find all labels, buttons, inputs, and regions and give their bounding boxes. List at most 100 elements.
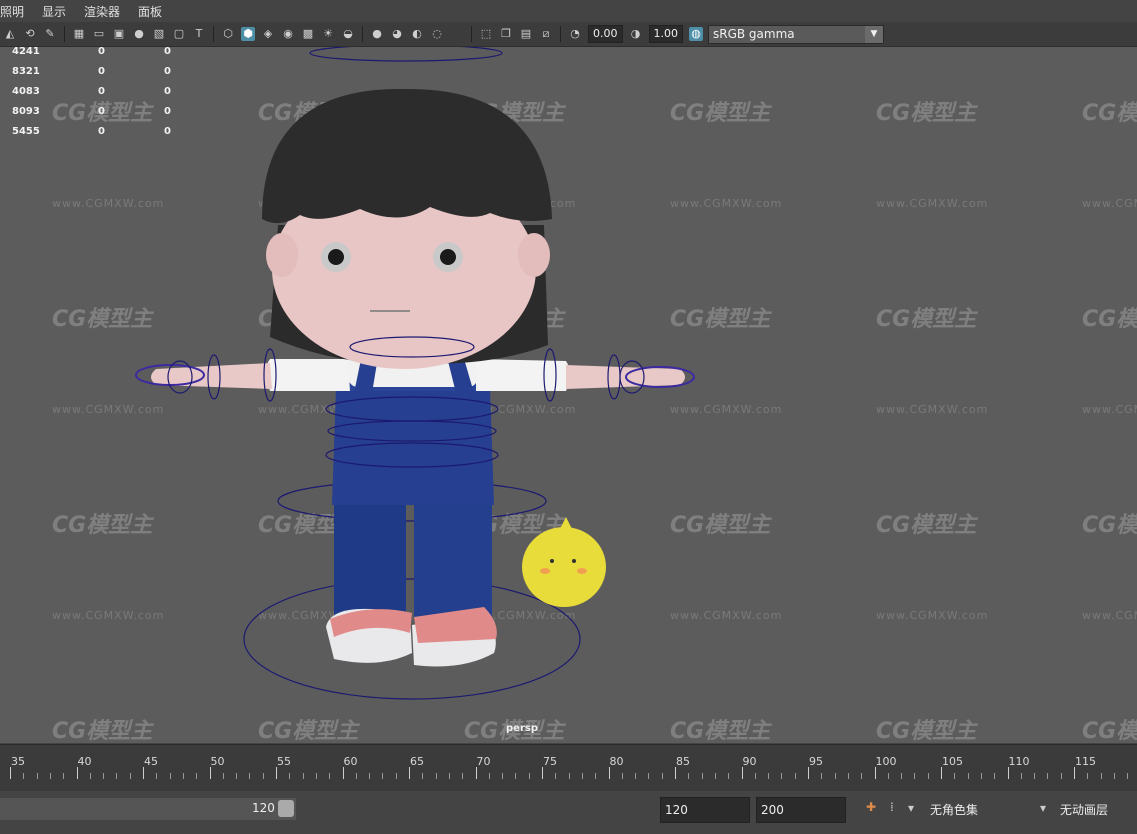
right-pupil	[440, 249, 456, 265]
time-minor-tick	[528, 773, 530, 779]
right-ear	[518, 233, 550, 277]
time-minor-tick	[728, 773, 730, 779]
menu-show[interactable]: 显示	[42, 3, 66, 20]
time-minor-tick	[635, 773, 637, 779]
safe-action-icon[interactable]: ▢	[172, 27, 186, 41]
scene-character[interactable]	[0, 47, 1137, 743]
camera-attributes-icon[interactable]: ⟲	[23, 27, 37, 41]
playback-end-field[interactable]: 120	[660, 797, 750, 823]
time-tick	[10, 767, 11, 779]
wireframe-icon[interactable]: ⬡	[221, 27, 235, 41]
left-arm	[266, 359, 350, 391]
time-tick-label: 65	[410, 755, 424, 768]
hud-value: 0	[164, 106, 171, 117]
hud-row: 8321 0 0	[12, 62, 171, 82]
wireframe-on-shaded-icon[interactable]: ◈	[261, 27, 275, 41]
depth-of-field-icon[interactable]: ◌	[430, 27, 444, 41]
left-pupil	[328, 249, 344, 265]
time-minor-tick	[302, 773, 304, 779]
time-tick-label: 55	[277, 755, 291, 768]
checker-icon[interactable]: ▩	[301, 27, 315, 41]
blank-icon	[450, 27, 464, 41]
time-tick	[675, 767, 676, 779]
time-tick	[409, 767, 410, 779]
time-minor-tick	[315, 773, 317, 779]
time-minor-tick	[448, 773, 450, 779]
time-minor-tick	[89, 773, 91, 779]
hud-value: 5455	[12, 126, 40, 137]
xray-icon[interactable]: ❐	[499, 27, 513, 41]
hud-row: 4083 0 0	[12, 82, 171, 102]
time-minor-tick	[980, 773, 982, 779]
hud-row: 8093 0 0	[12, 102, 171, 122]
right-leg	[414, 497, 492, 625]
toolbar-divider	[213, 26, 214, 42]
range-slider-handle[interactable]	[278, 800, 294, 817]
menu-panels[interactable]: 面板	[138, 3, 162, 20]
chick-right-blush	[577, 568, 587, 574]
gate-mask-icon[interactable]: ●	[132, 27, 146, 41]
time-minor-tick	[887, 773, 889, 779]
field-chart-icon[interactable]: ▧	[152, 27, 166, 41]
time-minor-tick	[156, 773, 158, 779]
time-tick	[143, 767, 144, 779]
multisample-icon[interactable]: ◐	[410, 27, 424, 41]
time-minor-tick	[914, 773, 916, 779]
time-minor-tick	[1047, 773, 1049, 779]
auto-key-icon[interactable]: ✚	[866, 800, 876, 814]
time-tick-label: 100	[875, 755, 897, 768]
xray-joints-icon[interactable]: ▤	[519, 27, 533, 41]
chevron-down-icon[interactable]: ▾	[1040, 801, 1046, 815]
textured-icon[interactable]: ◉	[281, 27, 295, 41]
hud-value: 0	[98, 106, 105, 117]
time-tick-label: 110	[1008, 755, 1030, 768]
time-tick-label: 80	[609, 755, 624, 768]
select-camera-icon[interactable]: ◭	[3, 27, 17, 41]
film-gate-icon[interactable]: ▭	[92, 27, 106, 41]
bookmark-icon[interactable]: ✎	[43, 27, 57, 41]
chevron-down-icon[interactable]: ▾	[908, 801, 914, 815]
color-management-icon[interactable]: ◍	[689, 27, 703, 41]
light-icon[interactable]: ☀	[321, 27, 335, 41]
backface-icon[interactable]: ⧄	[539, 27, 553, 41]
gamma-icon[interactable]: ◑	[629, 27, 643, 41]
time-minor-tick	[355, 773, 357, 779]
hud-value: 0	[98, 126, 105, 137]
time-minor-tick	[63, 773, 65, 779]
time-minor-tick	[36, 773, 38, 779]
grid-icon[interactable]: ▦	[72, 27, 86, 41]
resolution-gate-icon[interactable]: ▣	[112, 27, 126, 41]
viewport-persp[interactable]: CG模型主www.CGMXW.comCG模型主www.CGMXW.comCG模型…	[0, 47, 1137, 743]
isolate-select-icon[interactable]: ⬚	[479, 27, 493, 41]
time-minor-tick	[1020, 773, 1022, 779]
time-minor-tick	[927, 773, 929, 779]
smooth-shade-icon[interactable]: ⬢	[241, 27, 255, 41]
motion-blur-icon[interactable]: ◕	[390, 27, 404, 41]
menu-lighting[interactable]: 照明	[0, 3, 24, 20]
anim-layer-label[interactable]: 无动画层	[1060, 801, 1108, 818]
safe-title-icon[interactable]: T	[192, 27, 206, 41]
exposure-field[interactable]: 0.00	[588, 25, 623, 43]
ambient-occlusion-icon[interactable]: ●	[370, 27, 384, 41]
shadows-icon[interactable]: ◒	[341, 27, 355, 41]
time-minor-tick	[395, 773, 397, 779]
menu-renderer[interactable]: 渲染器	[84, 3, 120, 20]
time-tick-label: 95	[809, 755, 823, 768]
time-minor-tick	[648, 773, 650, 779]
hud-row: 5455 0 0	[12, 122, 171, 142]
time-minor-tick	[967, 773, 969, 779]
toolbar-divider	[471, 26, 472, 42]
toolbar-divider	[560, 26, 561, 42]
animation-end-field[interactable]: 200	[756, 797, 846, 823]
time-slider[interactable]: 35 40 45 50 55 60 65 70 75 80 85 90 95 100 105 110 115	[0, 744, 1137, 791]
gamma-field[interactable]: 1.00	[648, 25, 683, 43]
character-set-label[interactable]: 无角色集	[930, 801, 978, 818]
exposure-icon[interactable]: ◔	[568, 27, 582, 41]
time-minor-tick	[1113, 773, 1115, 779]
head-control-curve	[309, 47, 503, 62]
time-minor-tick	[688, 773, 690, 779]
time-minor-tick	[169, 773, 171, 779]
time-minor-tick	[103, 773, 105, 779]
view-transform-select[interactable]: sRGB gamma ▼	[708, 24, 884, 44]
time-minor-tick	[23, 773, 25, 779]
